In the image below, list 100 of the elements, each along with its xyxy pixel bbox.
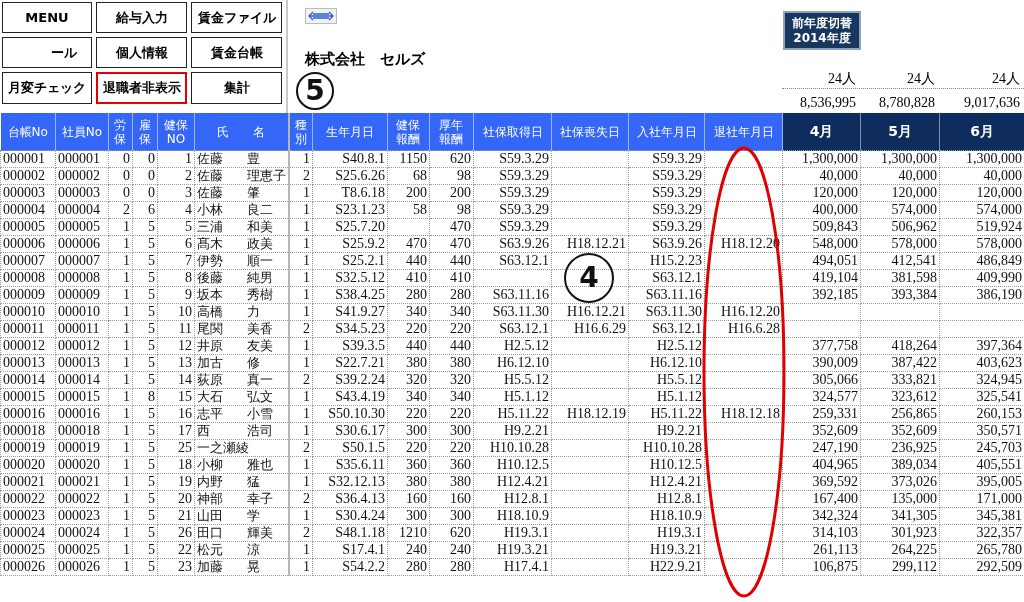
table-cell: 000022 xyxy=(55,490,109,508)
name-cell: 内野 猛 xyxy=(194,473,289,491)
table-cell: S59.3.29 xyxy=(473,150,552,168)
table-cell: S32.12.13 xyxy=(312,473,388,491)
menu-button[interactable]: 集計 xyxy=(191,72,282,104)
table-cell: 1 xyxy=(288,541,313,559)
column-header: 台帳No xyxy=(0,113,56,151)
table-cell: 15 xyxy=(157,388,195,406)
table-cell: 341,305 xyxy=(860,507,940,525)
arrow-button[interactable] xyxy=(305,8,337,24)
table-cell: 000015 xyxy=(55,388,109,406)
table-cell: 392,185 xyxy=(782,286,861,304)
headcount: 24人 xyxy=(991,70,1021,88)
table-cell: 1 xyxy=(288,354,313,372)
menu-button[interactable]: ール xyxy=(2,37,92,68)
table-cell: 301,923 xyxy=(860,524,940,542)
table-cell: 000013 xyxy=(0,354,56,372)
table-cell: H15.2.23 xyxy=(628,252,705,270)
table-cell: S63.11.30 xyxy=(473,303,552,321)
table-cell: 40,000 xyxy=(939,167,1024,185)
table-cell: 000012 xyxy=(55,337,109,355)
name-cell: 三浦 和美 xyxy=(194,218,289,236)
table-cell: 000010 xyxy=(55,303,109,321)
table-cell: H10.10.28 xyxy=(473,439,552,457)
table-cell: 98 xyxy=(429,201,474,219)
table-cell: 340 xyxy=(387,303,430,321)
table-cell: 18 xyxy=(157,456,195,474)
table-cell: 5 xyxy=(132,354,158,372)
table-cell: H19.3.21 xyxy=(473,541,552,559)
table-cell: H12.8.1 xyxy=(628,490,705,508)
table-cell: 000001 xyxy=(55,150,109,168)
table-cell: 3 xyxy=(157,184,195,202)
table-cell: 12 xyxy=(157,337,195,355)
total-amount: 9,017,636 xyxy=(963,95,1021,111)
table-cell: 324,945 xyxy=(939,371,1024,389)
table-cell: 000010 xyxy=(0,303,56,321)
table-cell: 410 xyxy=(429,269,474,287)
name-cell: 荻原 真一 xyxy=(194,371,289,389)
table-cell: H5.1.12 xyxy=(628,388,705,406)
menu-button[interactable]: 賃金台帳 xyxy=(191,37,282,68)
table-cell: 1 xyxy=(288,558,313,576)
table-cell: H6.12.10 xyxy=(628,354,705,372)
menu-button[interactable]: 個人情報 xyxy=(96,37,187,68)
table-cell: 403,623 xyxy=(939,354,1024,372)
table-cell: 2 xyxy=(288,439,313,457)
table-cell: 000025 xyxy=(0,541,56,559)
table-cell: 494,051 xyxy=(782,252,861,270)
table-cell: 10 xyxy=(157,303,195,321)
column-header: 健保報酬 xyxy=(387,113,430,151)
menu-button[interactable]: 賃金ファイル xyxy=(191,2,282,33)
table-cell: 325,541 xyxy=(939,388,1024,406)
table-cell: 440 xyxy=(387,252,430,270)
table-cell: 5 xyxy=(132,405,158,423)
column-header: 生年月日 xyxy=(312,113,388,151)
table-cell: 470 xyxy=(387,235,430,253)
table-cell: 2 xyxy=(288,320,313,338)
table-cell: 000002 xyxy=(55,167,109,185)
column-header: 4月 xyxy=(782,113,861,151)
table-cell: 340 xyxy=(387,388,430,406)
table-cell: S48.1.18 xyxy=(312,524,388,542)
table-cell: 000018 xyxy=(55,422,109,440)
table-cell: 509,843 xyxy=(782,218,861,236)
table-cell: 350,571 xyxy=(939,422,1024,440)
table-cell: 5 xyxy=(132,371,158,389)
table-cell: 1 xyxy=(288,456,313,474)
table-cell: 20 xyxy=(157,490,195,508)
table-cell: H16.6.29 xyxy=(551,320,629,338)
table-cell: 2 xyxy=(157,167,195,185)
table-cell: 360 xyxy=(429,456,474,474)
table-cell: 120,000 xyxy=(939,184,1024,202)
name-cell: 山田 学 xyxy=(194,507,289,525)
table-cell: 5 xyxy=(132,303,158,321)
table-cell: 1 xyxy=(288,218,313,236)
year-switch-button[interactable]: 前年度切替 2014年度 xyxy=(783,11,861,50)
menu-button[interactable]: 月変チェック xyxy=(2,72,92,104)
table-cell: 000021 xyxy=(0,473,56,491)
menu-button[interactable]: 退職者非表示 xyxy=(96,72,187,104)
table-cell: H9.2.21 xyxy=(473,422,552,440)
table-cell: 000024 xyxy=(0,524,56,542)
table-cell: S34.5.23 xyxy=(312,320,388,338)
table-cell: 5 xyxy=(132,439,158,457)
table-cell: S59.3.29 xyxy=(628,218,705,236)
table-cell: 58 xyxy=(387,201,430,219)
column-header: 社員No xyxy=(55,113,109,151)
table-cell: 5 xyxy=(132,218,158,236)
table-cell: 000009 xyxy=(0,286,56,304)
table-cell: 342,324 xyxy=(782,507,861,525)
table-cell: 300 xyxy=(429,422,474,440)
table-cell: 380 xyxy=(429,473,474,491)
table-cell: 000004 xyxy=(0,201,56,219)
menu-button[interactable]: 給与入力 xyxy=(96,2,187,33)
table-cell: S59.3.29 xyxy=(473,201,552,219)
table-cell: 1 xyxy=(108,252,133,270)
table-cell: 620 xyxy=(429,524,474,542)
menu-button[interactable]: MENU xyxy=(2,2,92,33)
table-cell: S17.4.1 xyxy=(312,541,388,559)
table-cell: 200 xyxy=(429,184,474,202)
table-cell: 1 xyxy=(108,354,133,372)
table-cell: 000005 xyxy=(0,218,56,236)
table-cell: 410 xyxy=(387,269,430,287)
